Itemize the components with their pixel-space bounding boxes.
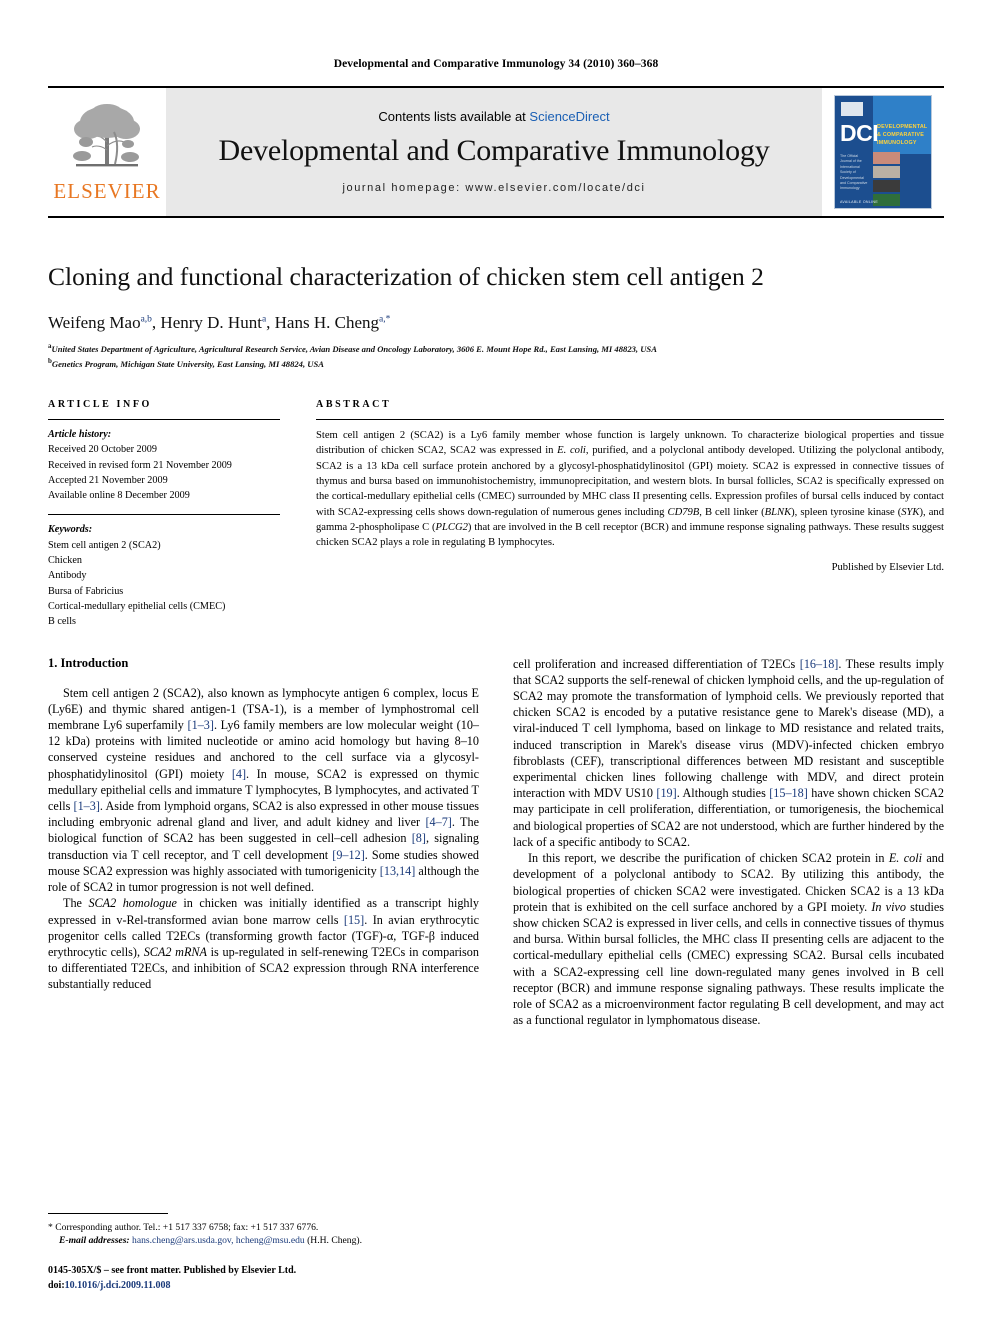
footnote-area: * Corresponding author. Tel.: +1 517 337… (48, 1212, 479, 1293)
body-left-column: 1. Introduction Stem cell antigen 2 (SCA… (48, 656, 479, 1029)
author-name: Henry D. Hunt (160, 312, 262, 332)
abstract-publisher-line: Published by Elsevier Ltd. (831, 561, 944, 573)
doi-label: doi: (48, 1279, 65, 1291)
author-name: Hans H. Cheng (274, 312, 380, 332)
corresponding-author-text: Corresponding author. Tel.: +1 517 337 6… (55, 1221, 319, 1233)
sciencedirect-link[interactable]: ScienceDirect (529, 109, 609, 124)
history-item: Received in revised form 21 November 200… (48, 459, 232, 471)
article-history-block: Article history: Received 20 October 200… (48, 420, 280, 503)
affiliation-text: United States Department of Agriculture,… (51, 343, 657, 354)
imprint-block: 0145-305X/$ – see front matter. Publishe… (48, 1264, 479, 1293)
abstract-text: Stem cell antigen 2 (SCA2) is a Ly6 fami… (316, 429, 944, 549)
masthead-center: Contents lists available at ScienceDirec… (166, 88, 822, 216)
keywords-label: Keywords: (48, 524, 93, 536)
journal-cover-thumbnail: DCI DEVELOPMENTAL & COMPARATIVE IMMUNOLO… (822, 88, 944, 216)
body-paragraph: The SCA2 homologue in chicken was initia… (48, 896, 480, 992)
author-list: Weifeng Maoa,b, Henry D. Hunta, Hans H. … (48, 312, 391, 332)
author-name: Weifeng Mao (48, 312, 141, 332)
body-paragraph: Stem cell antigen 2 (SCA2), also known a… (48, 685, 480, 895)
elsevier-wordmark: ELSEVIER (53, 179, 161, 203)
affiliation-item: bGenetics Program, Michigan State Univer… (48, 356, 944, 371)
issn-line: 0145-305X/$ – see front matter. Publishe… (48, 1265, 297, 1276)
contents-prefix: Contents lists available at (378, 108, 530, 124)
cover-society-logo-icon (841, 102, 863, 116)
cover-image: DCI DEVELOPMENTAL & COMPARATIVE IMMUNOLO… (834, 95, 932, 209)
elsevier-logo: ELSEVIER (48, 88, 166, 216)
email-suffix: (H.H. Cheng). (307, 1235, 362, 1247)
cover-acronym: DCI (840, 120, 879, 146)
abstract-heading: ABSTRACT (316, 398, 392, 410)
asterisk-icon: * (48, 1221, 53, 1233)
keyword-item: Bursa of Fabricius (48, 585, 124, 597)
email-label: E-mail addresses: (59, 1235, 130, 1247)
affiliation-list: aUnited States Department of Agriculture… (48, 341, 944, 371)
section-heading-introduction: 1. Introduction (48, 655, 129, 670)
author-affil-mark: a,b (140, 313, 152, 324)
doi-line: doi:10.1016/j.dci.2009.11.008 (48, 1279, 479, 1294)
article-info-heading: ARTICLE INFO (48, 398, 152, 410)
keyword-item: Stem cell antigen 2 (SCA2) (48, 539, 161, 551)
body-columns: 1. Introduction Stem cell antigen 2 (SCA… (48, 656, 944, 1029)
cover-thumb-3 (873, 180, 900, 192)
cover-bottom-text: AVAILABLE ONLINE (840, 200, 879, 204)
running-head: Developmental and Comparative Immunology… (333, 58, 659, 70)
history-item: Accepted 21 November 2009 (48, 474, 168, 486)
cover-blurb: The Official Journal of the Internationa… (840, 154, 868, 191)
body-paragraph: In this report, we describe the purifica… (513, 851, 944, 1028)
journal-masthead: ELSEVIER Contents lists available at Sci… (48, 86, 944, 218)
article-title: Cloning and functional characterization … (48, 262, 764, 291)
history-item: Received 20 October 2009 (48, 444, 157, 456)
elsevier-tree-icon (53, 102, 160, 179)
keyword-item: B cells (48, 616, 77, 628)
article-info-column: ARTICLE INFO Article history: Received 2… (48, 399, 280, 630)
info-abstract-row: ARTICLE INFO Article history: Received 2… (48, 399, 944, 630)
abstract-column: ABSTRACT Stem cell antigen 2 (SCA2) is a… (316, 399, 944, 630)
cover-thumb-2 (873, 166, 900, 178)
affiliation-item: aUnited States Department of Agriculture… (48, 341, 944, 356)
cover-full-title: DEVELOPMENTAL & COMPARATIVE IMMUNOLOGY (877, 124, 928, 146)
author-affil-mark: a,* (379, 313, 391, 324)
keyword-item: Cortical-medullary epithelial cells (CME… (48, 600, 226, 612)
footnote-rule (48, 1212, 168, 1214)
body-right-column: cell proliferation and increased differe… (513, 656, 944, 1029)
keyword-item: Antibody (48, 570, 87, 582)
affiliation-text: Genetics Program, Michigan State Univers… (51, 358, 324, 369)
journal-homepage-link[interactable]: journal homepage: www.elsevier.com/locat… (342, 182, 645, 194)
corresponding-author-note: * Corresponding author. Tel.: +1 517 337… (48, 1221, 479, 1235)
email-note: E-mail addresses: hans.cheng@ars.usda.go… (48, 1234, 479, 1248)
email-link[interactable]: hans.cheng@ars.usda.gov, hcheng@msu.edu (132, 1235, 305, 1246)
author-affil-mark: a (261, 313, 267, 324)
contents-available-line: Contents lists available at ScienceDirec… (378, 109, 609, 124)
keywords-block: Keywords: Stem cell antigen 2 (SCA2) Chi… (48, 515, 280, 629)
article-history-label: Article history: (48, 428, 112, 440)
history-item: Available online 8 December 2009 (48, 490, 190, 502)
paper-page: Developmental and Comparative Immunology… (0, 0, 992, 1323)
journal-title: Developmental and Comparative Immunology (218, 133, 770, 167)
cover-thumb-1 (873, 152, 900, 164)
keyword-item: Chicken (48, 555, 82, 567)
cover-thumb-5 (873, 208, 900, 209)
doi-value[interactable]: 10.1016/j.dci.2009.11.008 (65, 1280, 171, 1291)
body-paragraph: cell proliferation and increased differe… (513, 656, 945, 849)
